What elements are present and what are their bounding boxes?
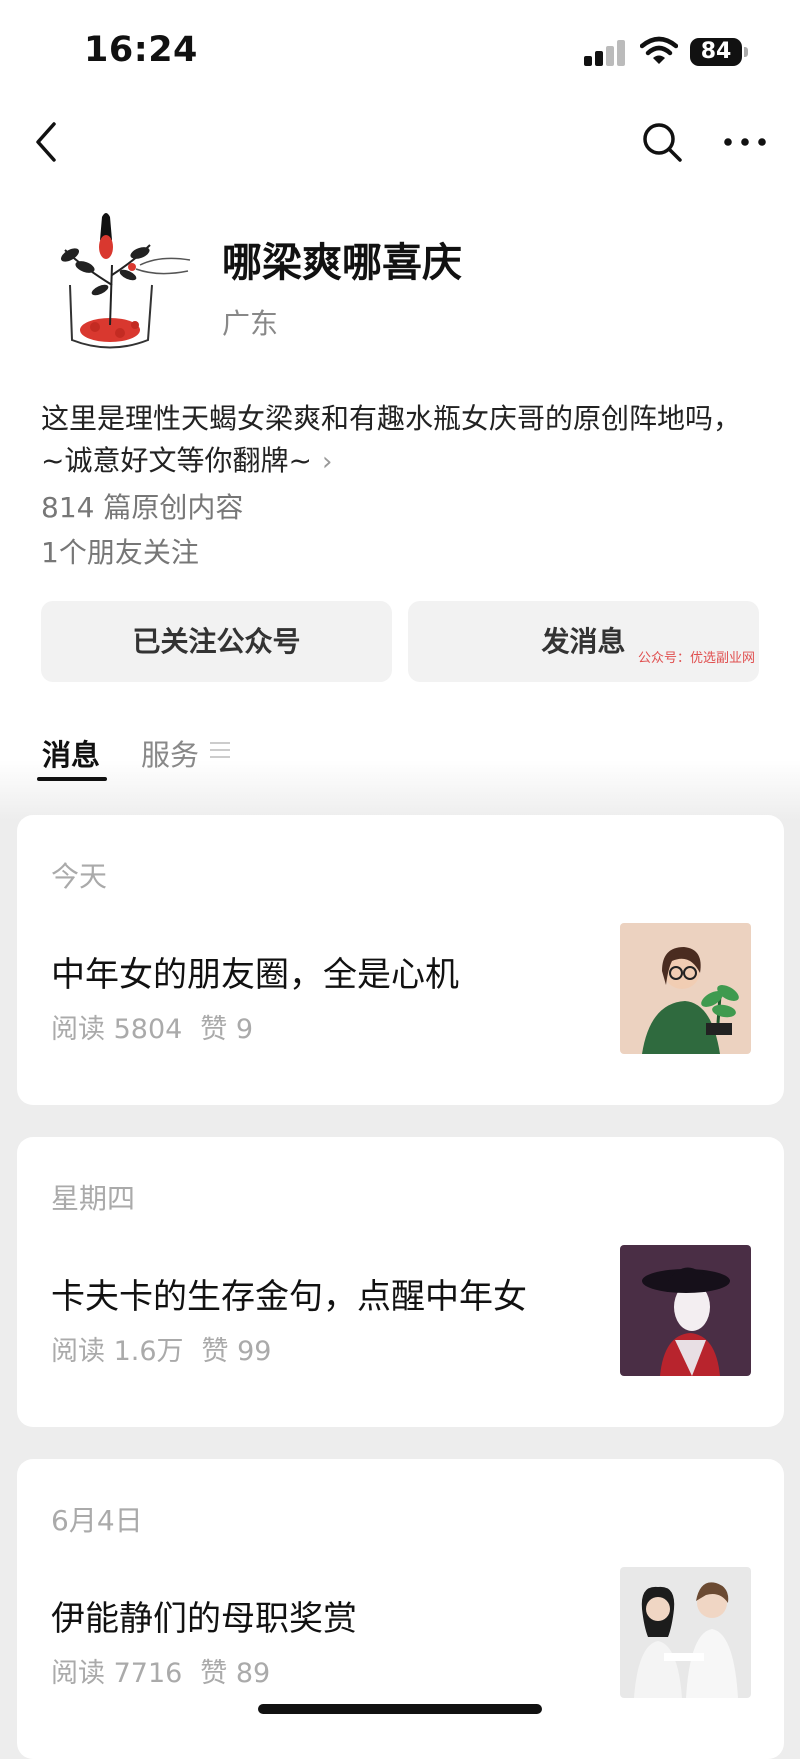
article-title[interactable]: 卡夫卡的生存金句，点醒中年女 [51, 1269, 527, 1318]
tab-messages[interactable]: 消息 [42, 732, 100, 774]
article-reads: 阅读 1.6万 [51, 1336, 184, 1367]
article-count: 814 篇原创内容 [41, 491, 244, 524]
send-message-button[interactable]: 发消息 [408, 601, 759, 682]
search-icon[interactable] [640, 120, 684, 164]
article-thumbnail[interactable] [620, 1245, 751, 1376]
back-icon[interactable] [30, 118, 60, 166]
account-region: 广东 [222, 307, 279, 340]
article-reads: 阅读 7716 [51, 1658, 183, 1689]
article-reads: 阅读 5804 [51, 1014, 183, 1045]
status-time: 16:24 [84, 30, 198, 70]
watermark: 公众号：优选副业网 [638, 651, 756, 666]
battery-icon: 84 [690, 38, 742, 66]
article-date: 今天 [51, 860, 108, 893]
article-card[interactable]: 6月4日 伊能静们的母职奖赏 阅读 7716 赞 89 [17, 1459, 784, 1759]
tab-active-indicator [37, 777, 107, 781]
friends-following: 1个朋友关注 [41, 536, 199, 569]
signal-icon [584, 40, 626, 66]
account-name: 哪梁爽哪喜庆 [222, 240, 462, 286]
article-title[interactable]: 伊能静们的母职奖赏 [51, 1591, 357, 1640]
article-likes: 赞 99 [201, 1336, 272, 1367]
article-likes: 赞 89 [200, 1658, 271, 1689]
article-date: 6月4日 [51, 1504, 143, 1537]
article-thumbnail[interactable] [620, 923, 751, 1054]
article-meta: 阅读 7716 赞 89 [51, 1651, 288, 1690]
menu-icon[interactable] [210, 740, 230, 760]
article-card[interactable]: 星期四 卡夫卡的生存金句，点醒中年女 阅读 1.6万赞 99 [17, 1137, 784, 1427]
avatar[interactable] [40, 205, 200, 365]
article-likes: 赞 9 [200, 1014, 254, 1045]
article-meta: 阅读 1.6万赞 99 [51, 1329, 289, 1368]
tab-services[interactable]: 服务 [141, 732, 199, 774]
article-date: 星期四 [51, 1182, 136, 1215]
home-indicator[interactable] [258, 1704, 542, 1714]
article-title[interactable]: 中年女的朋友圈，全是心机 [51, 947, 459, 996]
bio-text: 这里是理性天蝎女梁爽和有趣水瓶女庆哥的原创阵地吗，~诚意好文等你翻牌~ [41, 402, 742, 477]
wifi-icon [640, 36, 678, 64]
account-bio[interactable]: 这里是理性天蝎女梁爽和有趣水瓶女庆哥的原创阵地吗，~诚意好文等你翻牌~ › [41, 398, 741, 483]
article-thumbnail[interactable] [620, 1567, 751, 1698]
battery-cap [744, 47, 748, 57]
chevron-right-icon: › [321, 447, 333, 477]
follow-button[interactable]: 已关注公众号 [41, 601, 392, 682]
header-fade [0, 760, 800, 820]
article-card[interactable]: 今天 中年女的朋友圈，全是心机 阅读 5804 赞 9 [17, 815, 784, 1105]
more-icon[interactable] [722, 128, 768, 156]
article-meta: 阅读 5804 赞 9 [51, 1007, 271, 1046]
